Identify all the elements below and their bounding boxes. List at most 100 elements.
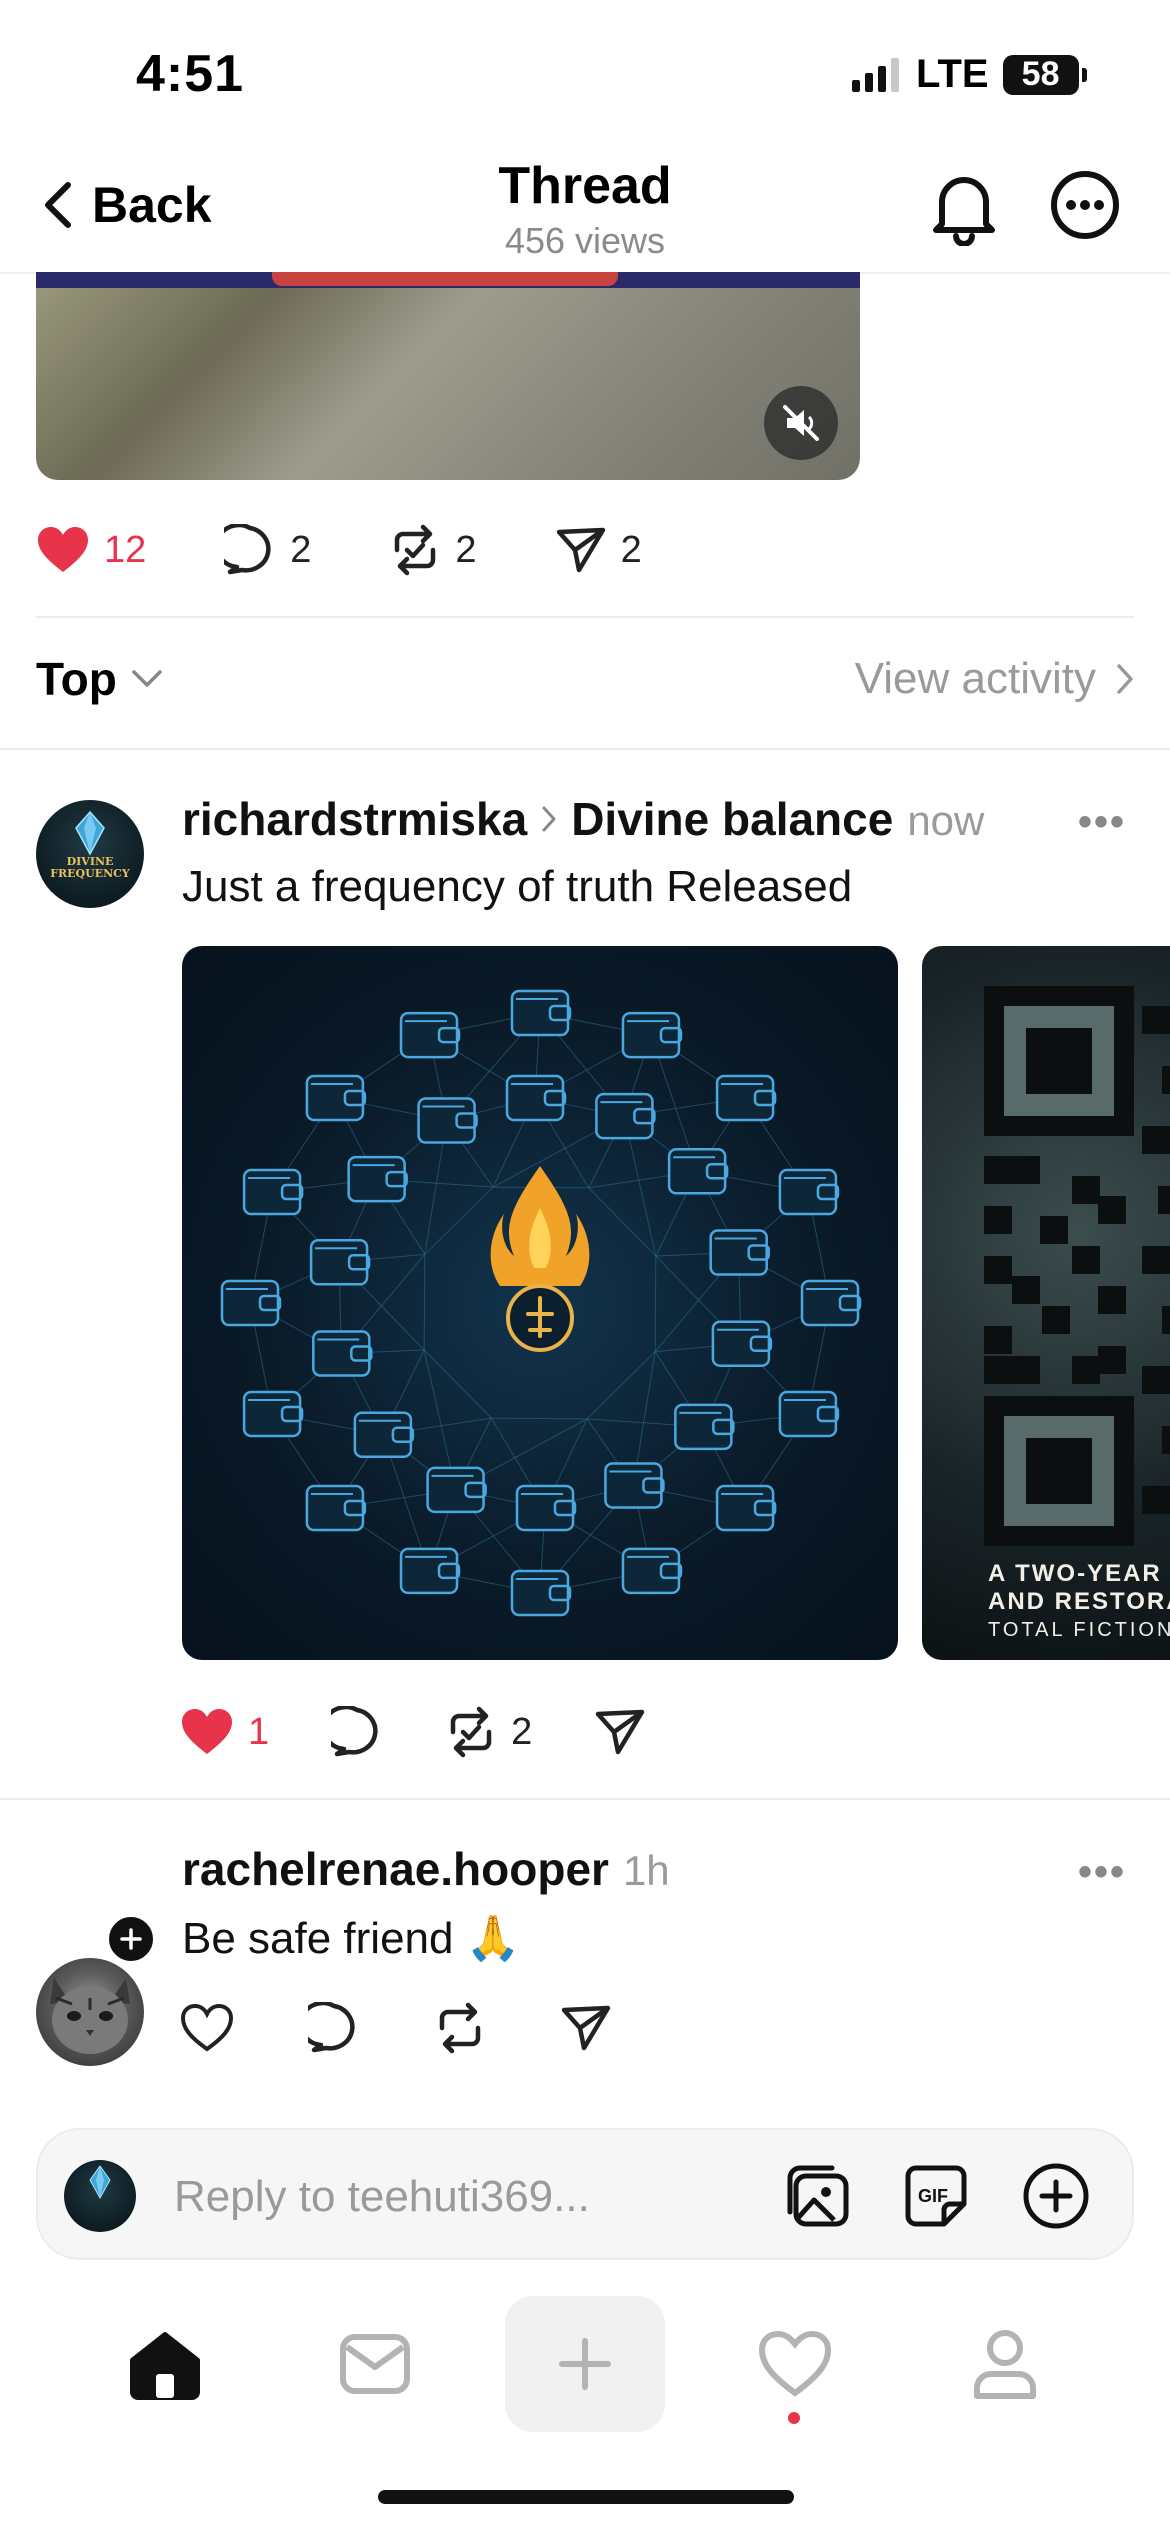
compose-icon xyxy=(559,2338,611,2390)
wallet-icon xyxy=(353,1411,415,1458)
post-image-qr[interactable]: A TWO-YEAR J AND RESTORA TOTAL FICTION xyxy=(922,946,1170,1660)
tab-compose[interactable] xyxy=(505,2296,665,2432)
qr-module xyxy=(984,1256,1012,1284)
qr-module xyxy=(1162,1426,1170,1454)
qr-module xyxy=(1012,1356,1040,1384)
wallet-icon xyxy=(667,1148,729,1195)
profile-icon xyxy=(974,2330,1036,2399)
reply-2-actions xyxy=(180,2002,612,2054)
network-line xyxy=(423,1349,492,1419)
comment-icon[interactable] xyxy=(308,2002,360,2054)
reply-composer[interactable]: Reply to teehuti369... GIF xyxy=(36,2128,1134,2260)
send-icon[interactable] xyxy=(560,2002,612,2054)
composer-avatar xyxy=(64,2160,136,2232)
username[interactable]: rachelrenae.hooper xyxy=(182,1842,609,1896)
bell-icon xyxy=(933,177,995,246)
qr-module xyxy=(984,1356,1012,1384)
send-icon xyxy=(596,1709,645,1755)
view-activity-link[interactable]: View activity xyxy=(855,654,1134,704)
follow-button[interactable] xyxy=(104,1912,158,1966)
status-time: 4:51 xyxy=(136,45,245,103)
qr-module xyxy=(1040,1216,1068,1244)
post-more-button[interactable]: ••• xyxy=(1078,1850,1126,1895)
gif-icon[interactable]: GIF xyxy=(902,2162,970,2230)
home-icon xyxy=(130,2332,200,2400)
wallet-icon xyxy=(505,1074,567,1122)
qr-caption-line1: A TWO-YEAR J xyxy=(988,1560,1170,1587)
wallet-network-graphic xyxy=(220,989,862,1617)
back-label: Back xyxy=(92,177,212,233)
wallet-icon xyxy=(417,1097,478,1144)
tab-profile[interactable] xyxy=(925,2296,1085,2432)
avatar[interactable] xyxy=(36,1958,144,2066)
qr-module xyxy=(984,1206,1012,1234)
status-indicators: LTE 58 xyxy=(852,52,1087,97)
wallet-icon xyxy=(399,1547,461,1595)
post-image-wallets[interactable] xyxy=(182,946,898,1660)
wallet-icon xyxy=(510,1569,572,1617)
wallet-icon xyxy=(220,1279,282,1327)
back-button[interactable]: Back xyxy=(44,176,212,234)
more-circle-icon xyxy=(1051,171,1119,239)
view-count: 456 views xyxy=(504,220,666,261)
repost-icon xyxy=(395,524,436,576)
reply-2-meta: rachelrenae.hooper 1h xyxy=(182,1842,670,1896)
post-more-button[interactable]: ••• xyxy=(1078,800,1126,845)
repost-button[interactable]: 2 xyxy=(445,1706,532,1758)
wallet-icon xyxy=(510,989,572,1037)
gem-logo-icon xyxy=(75,810,105,856)
qr-caption: A TWO-YEAR J AND RESTORA TOTAL FICTION xyxy=(988,1560,1170,1644)
qr-module xyxy=(984,1326,1012,1354)
wallet-icon xyxy=(242,1390,304,1438)
repost-button[interactable]: 2 xyxy=(389,524,477,576)
network-line xyxy=(588,1187,657,1257)
wallet-icon xyxy=(621,1547,683,1595)
reply-1-meta: richardstrmiska Divine balance now xyxy=(182,792,984,846)
heart-icon[interactable] xyxy=(180,2004,234,2052)
bottom-tab-bar xyxy=(0,2296,1170,2432)
wallet-icon xyxy=(711,1320,773,1367)
more-options-button[interactable] xyxy=(1050,170,1120,240)
qr-module xyxy=(1098,1196,1126,1224)
view-activity-label: View activity xyxy=(854,654,1096,703)
avatar[interactable]: DIVINE FREQUENCY xyxy=(36,800,144,908)
chevron-right-icon xyxy=(1117,664,1133,694)
battery-indicator: 58 xyxy=(1002,54,1087,95)
like-count: 12 xyxy=(104,528,147,571)
plus-circle-icon[interactable] xyxy=(1022,2162,1090,2230)
username[interactable]: richardstrmiska xyxy=(182,792,527,846)
gallery-icon[interactable] xyxy=(784,2162,852,2230)
repost-icon[interactable] xyxy=(434,2002,486,2054)
comment-button[interactable]: 2 xyxy=(224,524,311,576)
like-button[interactable]: 1 xyxy=(180,1708,269,1756)
wallet-icon xyxy=(604,1462,665,1509)
mute-icon xyxy=(783,405,819,441)
reply-input[interactable]: Reply to teehuti369... xyxy=(174,2172,590,2222)
post-text: Just a frequency of truth Released xyxy=(182,862,853,911)
parent-post-video[interactable] xyxy=(36,272,860,480)
network-line xyxy=(491,1417,587,1420)
video-banner-pill xyxy=(272,272,618,286)
tab-inbox[interactable] xyxy=(295,2296,455,2432)
wallet-icon xyxy=(305,1074,367,1122)
qr-module xyxy=(1162,1066,1170,1094)
inbox-icon xyxy=(340,2334,410,2394)
wallet-icon xyxy=(347,1155,408,1203)
sort-dropdown[interactable]: Top xyxy=(36,652,163,706)
reply-divider xyxy=(0,1798,1170,1800)
wallet-icon xyxy=(778,1168,840,1216)
notifications-button[interactable] xyxy=(928,170,1000,246)
send-icon xyxy=(556,527,605,573)
qr-module xyxy=(1012,1276,1040,1304)
wallet-icon xyxy=(305,1484,367,1532)
qr-module xyxy=(1142,1366,1170,1394)
share-button[interactable] xyxy=(594,1706,646,1758)
like-button[interactable]: 12 xyxy=(36,526,146,574)
share-button[interactable]: 2 xyxy=(555,524,642,576)
wallet-icon xyxy=(595,1092,656,1140)
topic-tag[interactable]: Divine balance xyxy=(571,792,893,846)
tab-home[interactable] xyxy=(85,2296,245,2432)
qr-finder-core xyxy=(1026,1438,1092,1504)
mute-button[interactable] xyxy=(764,386,838,460)
comment-button[interactable] xyxy=(331,1706,383,1758)
